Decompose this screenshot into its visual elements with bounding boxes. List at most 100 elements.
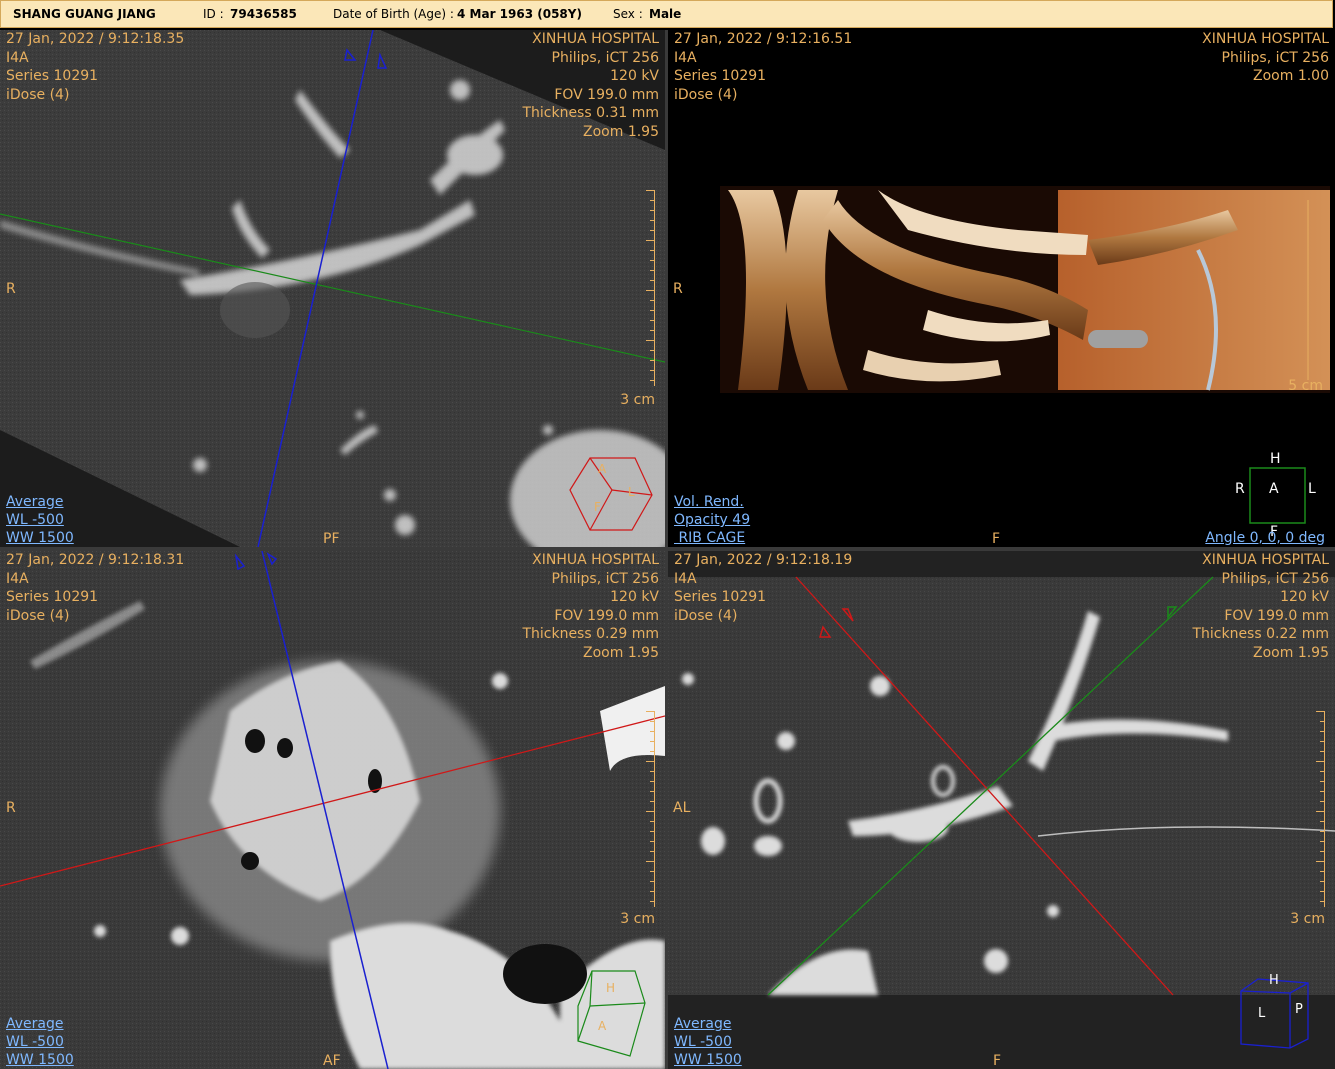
scale-bar [646,711,655,907]
viewport-divider-horizontal[interactable] [0,547,1335,551]
scale-tick [1320,841,1324,842]
cube-label-a: A [598,462,607,476]
viewport-top-left[interactable]: 27 Jan, 2022 / 9:12:18.35 I4A Series 102… [0,30,665,547]
scale-tick [650,831,654,832]
dob-value: 4 Mar 1963 (058Y) [457,7,582,21]
scale-tick [650,300,654,301]
scale-tick [1316,861,1324,862]
scale-tick [1320,771,1324,772]
cube-label-p: P [1295,1002,1303,1017]
orientation-bottom: F [992,531,1001,547]
scale-tick [650,280,654,281]
kv: 120 kV [1280,589,1329,605]
hospital: XINHUA HOSPITAL [532,552,659,568]
scale-tick [1320,831,1324,832]
scale-tick [1320,721,1324,722]
scale-tick [650,801,654,802]
scale-tick [650,741,654,742]
sex-value: Male [649,7,682,21]
scale-tick [646,761,654,762]
scale-label: 3 cm [620,392,655,408]
scale-tick [650,891,654,892]
orient-box-right: L [1308,481,1316,497]
thickness-control[interactable]: Thickness 0.31 mm [522,104,659,123]
scale-tick [650,841,654,842]
orient-box-top: H [1270,451,1281,467]
idose: iDose (4) [674,607,738,624]
scale-tick [650,260,654,261]
mode-control[interactable]: Average [6,1015,74,1033]
scale-tick [650,350,654,351]
scale-tick [646,811,654,812]
idose: iDose (4) [6,607,70,624]
angle-control[interactable]: Angle 0, 0, 0 deg [1205,529,1325,548]
scale-tick [650,791,654,792]
orientation-left: R [6,281,16,297]
cube-label-l: L [628,485,635,499]
series-info: 27 Jan, 2022 / 9:12:16.51 I4A Series 102… [674,30,852,104]
cube-label-l: L [1258,1006,1266,1021]
hospital: XINHUA HOSPITAL [1202,31,1329,47]
scale-tick [650,210,654,211]
patient-id-label: ID : [203,7,224,21]
scale-tick [1316,711,1324,712]
scale-tick [650,320,654,321]
zoom-control[interactable]: Zoom 1.00 [1202,67,1329,86]
scale-tick [1320,821,1324,822]
orientation-left: R [6,800,16,816]
zoom-control[interactable]: Zoom 1.95 [522,644,659,663]
window-level-control[interactable]: WL -500 [6,511,74,529]
series: Series 10291 [674,589,767,605]
hospital: XINHUA HOSPITAL [1202,552,1329,568]
patient-header: SHANG GUANG JIANG ID : 79436585 Date of … [0,0,1333,28]
cube-label-h: H [1269,973,1279,988]
scanner: Philips, iCT 256 [551,49,659,66]
window-info: Average WL -500 WW 1500 [6,1015,74,1069]
scale-tick [1320,781,1324,782]
scale-tick [650,851,654,852]
mode-control[interactable]: Average [674,1015,742,1033]
window-level-control[interactable]: WL -500 [674,1033,742,1051]
mode-control[interactable]: Average [6,493,74,511]
thickness-control[interactable]: Thickness 0.22 mm [1192,625,1329,644]
scale-tick [650,270,654,271]
scan-info: XINHUA HOSPITAL Philips, iCT 256 120 kV … [522,551,659,662]
viewport-bottom-right[interactable]: 27 Jan, 2022 / 9:12:18.19 I4A Series 102… [668,551,1335,1069]
window-width-control[interactable]: WW 1500 [6,529,74,547]
scale-label: 3 cm [1290,911,1325,927]
render-info: Vol. Rend. Opacity 49 RIB CAGE [674,493,750,547]
scale-tick [650,370,654,371]
scale-tick [1316,811,1324,812]
dob-label: Date of Birth (Age) : [333,7,454,21]
render-mode-control[interactable]: Vol. Rend. [674,493,750,511]
viewport-bottom-left[interactable]: 27 Jan, 2022 / 9:12:18.31 I4A Series 102… [0,551,665,1069]
zoom-control[interactable]: Zoom 1.95 [522,123,659,142]
thickness-control[interactable]: Thickness 0.29 mm [522,625,659,644]
scanner: Philips, iCT 256 [1221,49,1329,66]
scale-tick [1320,741,1324,742]
orientation-left: AL [673,800,691,816]
scale-tick [646,711,654,712]
kv: 120 kV [610,68,659,84]
orientation-left: R [673,281,683,297]
datetime: 27 Jan, 2022 / 9:12:18.31 [6,552,185,568]
scale-tick [1320,851,1324,852]
scale-tick [646,861,654,862]
protocol: I4A [6,49,29,66]
scale-tick [650,200,654,201]
window-level-control[interactable]: WL -500 [6,1033,74,1051]
scale-tick [650,721,654,722]
zoom-control[interactable]: Zoom 1.95 [1192,644,1329,663]
series: Series 10291 [6,589,99,605]
scale-tick [650,230,654,231]
window-width-control[interactable]: WW 1500 [674,1051,742,1069]
scale-tick [646,290,654,291]
scale-tick [650,220,654,221]
series: Series 10291 [674,68,767,84]
fov: FOV 199.0 mm [554,86,659,103]
window-width-control[interactable]: WW 1500 [6,1051,74,1069]
preset-control[interactable]: RIB CAGE [674,529,750,547]
viewport-top-right[interactable]: 27 Jan, 2022 / 9:12:16.51 I4A Series 102… [668,30,1335,547]
series-info: 27 Jan, 2022 / 9:12:18.35 I4A Series 102… [6,30,184,104]
opacity-control[interactable]: Opacity 49 [674,511,750,529]
